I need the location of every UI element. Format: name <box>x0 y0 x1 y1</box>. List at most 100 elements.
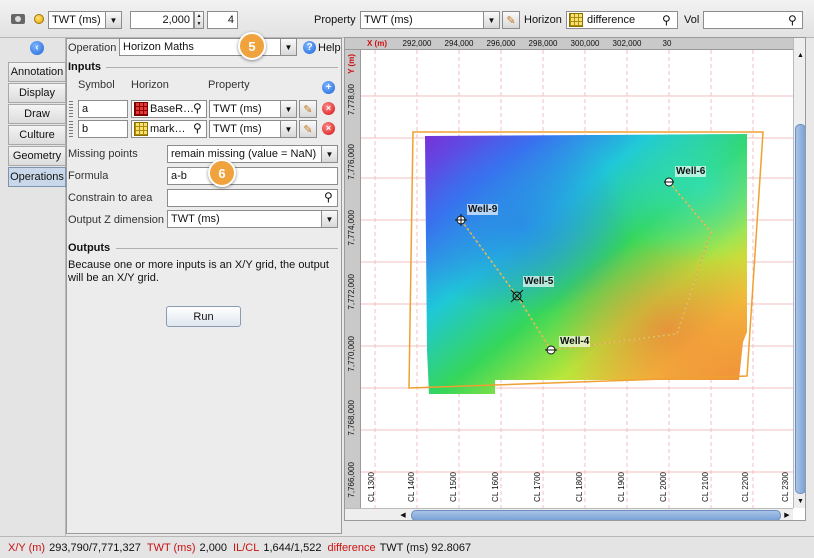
search-icon[interactable]: ⚲ <box>662 13 671 27</box>
chevron-down-icon[interactable]: ▼ <box>321 146 337 162</box>
x-tick: 298,000 <box>528 39 558 48</box>
chevron-down-icon[interactable]: ▼ <box>280 121 296 137</box>
x-axis-label: X (m) <box>367 39 387 48</box>
tab-geometry[interactable]: Geometry <box>8 146 66 166</box>
remove-input-icon[interactable]: × <box>322 102 335 115</box>
output-z-label: Output Z dimension <box>68 214 164 226</box>
grid-horizon-icon <box>134 102 148 116</box>
tab-operations[interactable]: Operations <box>8 167 66 187</box>
cl-tick: CL 1500 <box>449 472 458 502</box>
y-tick: 7,772,000 <box>347 274 356 310</box>
chevron-down-icon[interactable]: ▼ <box>321 211 337 227</box>
wrench-icon[interactable]: ✎ <box>299 120 317 138</box>
status-xy-value: 293,790/7,771,327 <box>49 541 141 554</box>
depth-stepper[interactable]: ▲ ▼ <box>194 11 204 29</box>
symbol-input-a[interactable]: a <box>78 100 128 118</box>
help-icon[interactable]: ? <box>303 41 316 54</box>
search-icon[interactable]: ⚲ <box>788 13 797 27</box>
cl-tick: CL 1700 <box>533 472 542 502</box>
y-tick: 7,766,000 <box>347 462 356 498</box>
operation-label: Operation <box>68 42 117 54</box>
vertical-scrollbar[interactable]: ▲ ▼ <box>793 38 805 508</box>
x-tick: 30 <box>662 39 672 48</box>
output-z-select[interactable]: TWT (ms) ▼ <box>167 210 338 228</box>
scroll-thumb[interactable] <box>795 124 805 494</box>
missing-points-select[interactable]: remain missing (value = NaN) ▼ <box>167 145 338 163</box>
column-horizon: Horizon <box>131 79 169 91</box>
tab-annotation[interactable]: Annotation <box>8 62 66 82</box>
wrench-icon[interactable]: ✎ <box>299 100 317 118</box>
tab-display[interactable]: Display <box>8 83 66 103</box>
map-view[interactable]: X (m) 292,000 294,000 296,000 298,000 30… <box>344 37 806 521</box>
drag-handle-icon[interactable] <box>69 121 73 137</box>
well-marker[interactable] <box>510 289 524 303</box>
status-diff-label: difference <box>327 541 376 554</box>
status-ilcl-label: IL/CL <box>233 541 260 554</box>
remove-input-icon[interactable]: × <box>322 122 335 135</box>
back-arrow-icon[interactable]: ‹ <box>30 41 44 55</box>
add-input-icon[interactable]: + <box>322 81 335 94</box>
status-bar: X/Y (m) 293,790/7,771,327 TWT (ms) 2,000… <box>0 536 814 558</box>
callout-badge-6: 6 <box>208 159 236 187</box>
grid-horizon-icon <box>569 13 583 27</box>
cl-tick: CL 1300 <box>367 472 376 502</box>
tab-culture[interactable]: Culture <box>8 125 66 145</box>
outputs-description: Because one or more inputs is an X/Y gri… <box>68 259 329 284</box>
drag-handle-icon[interactable] <box>69 101 73 117</box>
x-tick: 292,000 <box>402 39 432 48</box>
depth-value-input[interactable]: 2,000 <box>130 11 194 29</box>
domain-select[interactable]: TWT (ms) ▼ <box>48 11 122 29</box>
x-tick: 296,000 <box>486 39 516 48</box>
well-marker[interactable] <box>664 177 674 187</box>
scroll-thumb[interactable] <box>411 510 781 520</box>
symbol-input-b[interactable]: b <box>78 120 128 138</box>
cl-tick: CL 1600 <box>491 472 500 502</box>
status-dot-icon <box>34 14 44 24</box>
search-icon[interactable]: ⚲ <box>193 101 202 115</box>
step-input[interactable]: 4 <box>207 11 238 29</box>
status-diff-value: TWT (ms) 92.8067 <box>379 541 472 554</box>
property-select[interactable]: TWT (ms) ▼ <box>360 11 500 29</box>
property-select-b[interactable]: TWT (ms) ▼ <box>209 120 297 138</box>
search-icon[interactable]: ⚲ <box>193 121 202 135</box>
outputs-section-title: Outputs <box>68 242 111 254</box>
cl-tick: CL 2300 <box>781 472 790 502</box>
wrench-icon[interactable]: ✎ <box>502 11 520 29</box>
scroll-left-button[interactable]: ◀ <box>397 509 409 520</box>
callout-badge-5: 5 <box>238 32 266 60</box>
well-label: Well-6 <box>675 166 707 177</box>
cl-tick: CL 1400 <box>407 472 416 502</box>
formula-input[interactable]: a-b <box>167 167 338 185</box>
tab-draw[interactable]: Draw <box>8 104 66 124</box>
status-ilcl-value: 1,644/1,522 <box>263 541 322 554</box>
y-tick: 7,774,000 <box>347 210 356 246</box>
map-canvas[interactable] <box>361 50 793 521</box>
status-twt-label: TWT (ms) <box>146 541 196 554</box>
constrain-field[interactable] <box>167 189 338 207</box>
cl-tick: CL 2000 <box>659 472 668 502</box>
horizon-label: Horizon <box>524 14 562 26</box>
constrain-label: Constrain to area <box>68 192 153 204</box>
chevron-down-icon[interactable]: ▼ <box>105 12 121 28</box>
horizontal-scrollbar[interactable]: ◀ ▶ <box>345 508 793 520</box>
missing-points-label: Missing points <box>68 148 138 160</box>
operation-select[interactable]: Horizon Maths ▼ <box>119 38 297 56</box>
scroll-down-button[interactable]: ▼ <box>794 496 805 508</box>
formula-label: Formula <box>68 170 109 182</box>
chevron-down-icon[interactable]: ▼ <box>280 39 296 55</box>
cl-tick: CL 1900 <box>617 472 626 502</box>
y-tick: 7,776,000 <box>347 144 356 180</box>
search-icon[interactable]: ⚲ <box>324 190 333 204</box>
camera-icon[interactable] <box>11 14 25 24</box>
well-label: Well-4 <box>559 336 591 347</box>
cl-tick: CL 1800 <box>575 472 584 502</box>
y-tick: 7,770,000 <box>347 336 356 372</box>
property-select-a[interactable]: TWT (ms) ▼ <box>209 100 297 118</box>
chevron-down-icon[interactable]: ▼ <box>483 12 499 28</box>
run-button[interactable]: Run <box>166 306 241 327</box>
help-link[interactable]: Help <box>318 42 341 54</box>
scroll-up-button[interactable]: ▲ <box>794 50 805 62</box>
chevron-down-icon[interactable]: ▼ <box>280 101 296 117</box>
cl-tick: CL 2200 <box>741 472 750 502</box>
scroll-right-button[interactable]: ▶ <box>781 509 793 520</box>
